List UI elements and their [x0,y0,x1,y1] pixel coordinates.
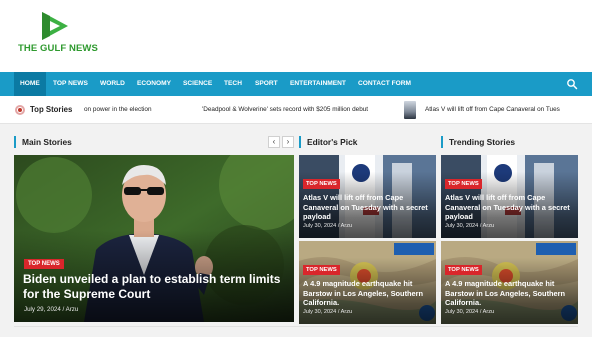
ticker-item[interactable]: on power in the election [84,96,152,123]
search-icon[interactable] [566,78,578,90]
site-header: THE GULF NEWS [0,0,592,72]
trending-card-1[interactable]: TOP NEWS Atlas V will lift off from Cape… [441,155,578,238]
card-title[interactable]: A 4.9 magnitude earthquake hit Barstow i… [303,279,433,308]
ticker-item[interactable]: 'Deadpool & Wolverine' sets record with … [202,96,368,123]
nav-item-contact-form[interactable]: CONTACT FORM [352,72,417,96]
card-meta: July 30, 2024 / Arzu [445,309,495,315]
nav-item-top-news[interactable]: TOP NEWS [47,72,94,96]
ticker-label-box: Top Stories [0,96,78,123]
main-story-title[interactable]: Biden unveiled a plan to establish term … [23,272,293,302]
card-meta: July 30, 2024 / Arzu [445,223,495,229]
top-stories-ticker: on power in the election 'Deadpool & Wol… [0,96,592,124]
nav-item-economy[interactable]: ECONOMY [131,72,177,96]
main-stories-heading: Main Stories [14,136,72,148]
nav-item-entertainment[interactable]: ENTERTAINMENT [284,72,352,96]
card-meta: July 30, 2024 / Arzu [303,223,353,229]
ticker-label: Top Stories [30,105,73,114]
live-dot-icon [15,105,25,115]
site-name: THE GULF NEWS [18,43,98,54]
category-badge[interactable]: TOP NEWS [445,179,482,189]
editors-pick-card-2[interactable]: TOP NEWS A 4.9 magnitude earthquake hit … [299,241,436,324]
card-title[interactable]: A 4.9 magnitude earthquake hit Barstow i… [445,279,575,308]
editors-pick-heading: Editor's Pick [299,136,357,148]
main-story-meta: July 29, 2024 / Arzu [24,306,79,313]
ticker-thumbnail [404,101,416,119]
nav-item-sport[interactable]: SPORT [249,72,284,96]
nav-item-home[interactable]: HOME [14,72,46,96]
next-arrow-button[interactable]: › [282,136,294,148]
trending-stories-heading: Trending Stories [441,136,515,148]
main-nav: HOME TOP NEWS WORLD ECONOMY SCIENCE TECH… [0,72,592,96]
trending-card-2[interactable]: TOP NEWS A 4.9 magnitude earthquake hit … [441,241,578,324]
editors-pick-card-1[interactable]: TOP NEWS Atlas V will lift off from Cape… [299,155,436,238]
site-logo[interactable]: THE GULF NEWS [18,10,98,58]
card-meta: July 30, 2024 / Arzu [303,309,353,315]
ticker-item[interactable]: Atlas V will lift off from Cape Canavera… [425,96,560,123]
category-badge[interactable]: TOP NEWS [303,179,340,189]
card-title[interactable]: Atlas V will lift off from Cape Canavera… [303,193,433,222]
play-logo-icon [42,12,68,40]
nav-item-tech[interactable]: TECH [218,72,248,96]
nav-item-science[interactable]: SCIENCE [177,72,218,96]
prev-arrow-button[interactable]: ‹ [268,136,280,148]
category-badge[interactable]: TOP NEWS [445,265,482,275]
category-badge[interactable]: TOP NEWS [24,259,64,269]
news-homepage: THE GULF NEWS HOME TOP NEWS WORLD ECONOM… [0,0,592,337]
nav-item-world[interactable]: WORLD [94,72,131,96]
card-title[interactable]: Atlas V will lift off from Cape Canavera… [445,193,575,222]
category-badge[interactable]: TOP NEWS [303,265,340,275]
main-story-card[interactable]: TOP NEWS Biden unveiled a plan to establ… [14,155,294,322]
divider [14,326,578,327]
